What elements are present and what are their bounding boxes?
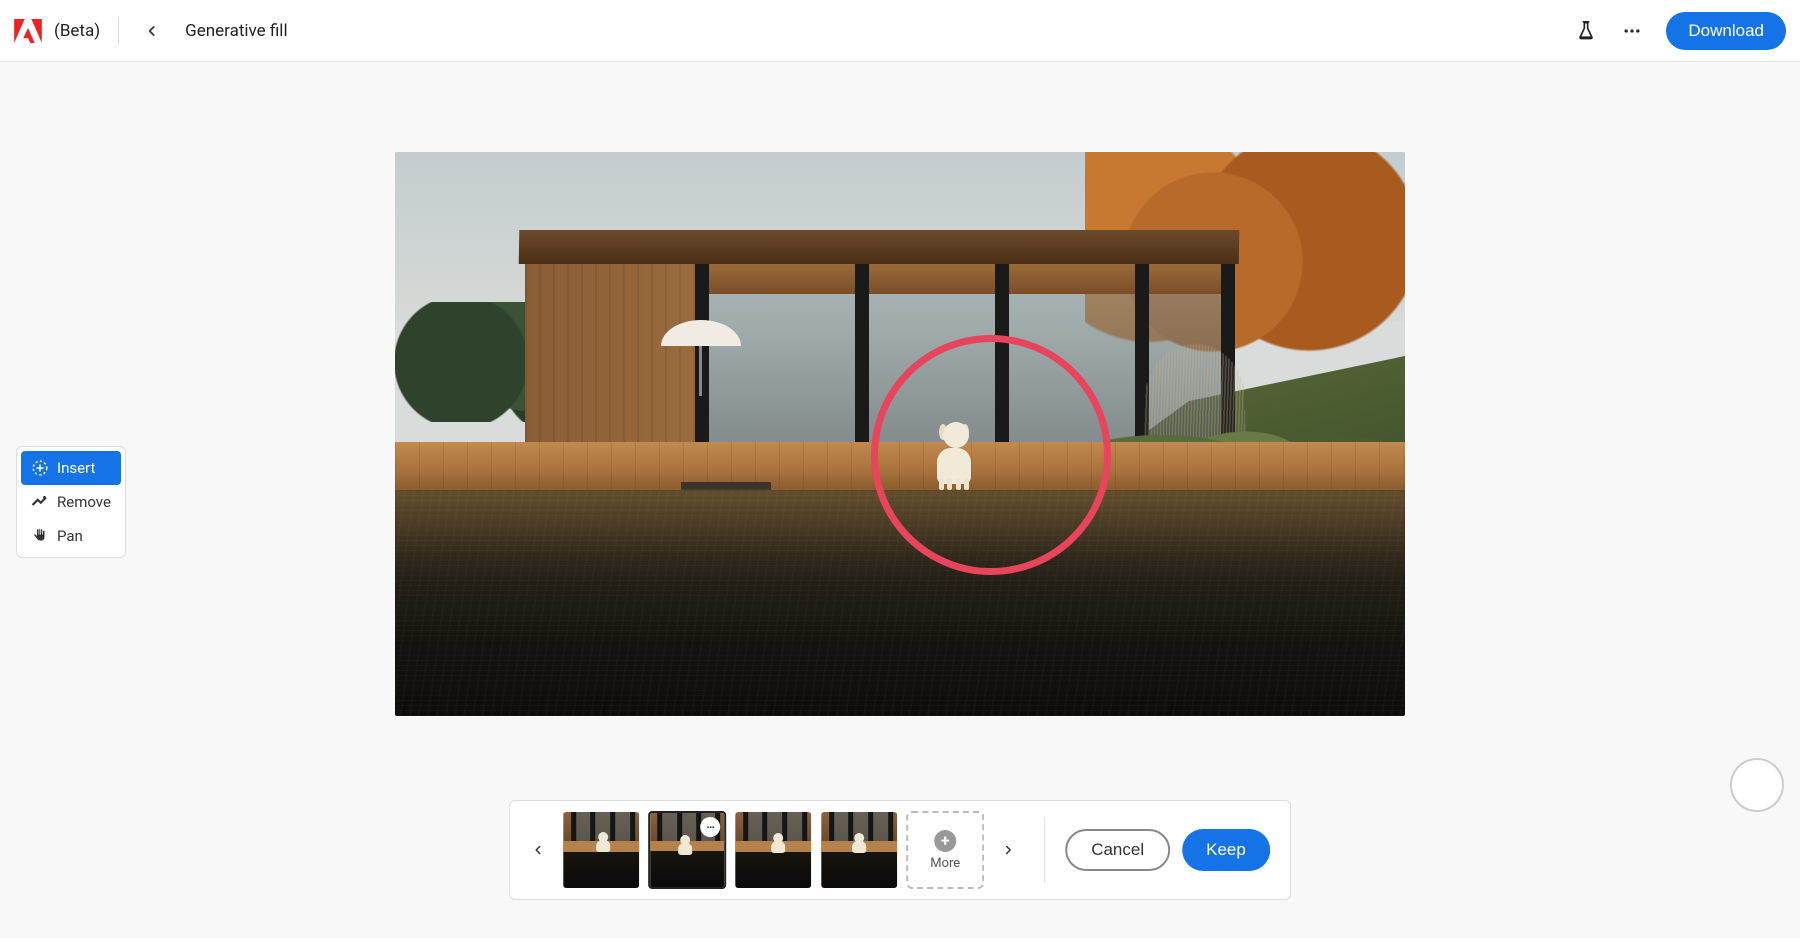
chevron-right-icon [1002,844,1014,856]
breadcrumb: Generative fill [185,21,287,41]
next-variation-button[interactable] [992,834,1024,866]
variation-thumb-4[interactable] [820,811,898,889]
tool-pan[interactable]: Pan [21,519,121,553]
prev-variation-button[interactable] [522,834,554,866]
variation-thumb-2[interactable]: ··· [648,811,726,889]
canvas-area [395,152,1405,716]
plus-icon: + [934,830,956,852]
tool-remove[interactable]: Remove [21,485,121,519]
download-button[interactable]: Download [1666,12,1786,50]
tool-insert[interactable]: Insert [21,451,121,485]
generated-dog [929,422,981,484]
variation-thumb-1[interactable] [562,811,640,889]
insert-icon [31,459,49,477]
variation-thumbnails: ··· + More [554,811,992,889]
variation-thumb-3[interactable] [734,811,812,889]
variations-panel: ··· + More Cancel Keep [509,800,1291,900]
action-buttons: Cancel Keep [1065,829,1278,871]
more-label: More [930,856,960,871]
help-bubble[interactable] [1730,758,1784,812]
pan-icon [31,527,49,545]
thumb-options-icon[interactable]: ··· [700,817,720,837]
side-toolbar: Insert Remove Pan [16,446,126,558]
tool-remove-label: Remove [57,493,111,511]
panel-divider [1044,817,1045,883]
beaker-icon[interactable] [1574,19,1598,43]
cancel-button[interactable]: Cancel [1065,829,1170,871]
app-header: (Beta) Generative fill Download [0,0,1800,62]
header-divider [118,17,119,45]
chevron-left-icon [145,24,159,38]
back-button[interactable] [137,16,167,46]
tool-pan-label: Pan [57,527,83,545]
beta-label: (Beta) [54,21,100,41]
tool-insert-label: Insert [57,459,95,477]
canvas-image[interactable] [395,152,1405,716]
keep-button[interactable]: Keep [1182,829,1270,871]
remove-icon [31,493,49,511]
generate-more-button[interactable]: + More [906,811,984,889]
adobe-logo-icon [14,18,42,44]
more-menu-icon[interactable] [1620,19,1644,43]
chevron-left-icon [532,844,544,856]
